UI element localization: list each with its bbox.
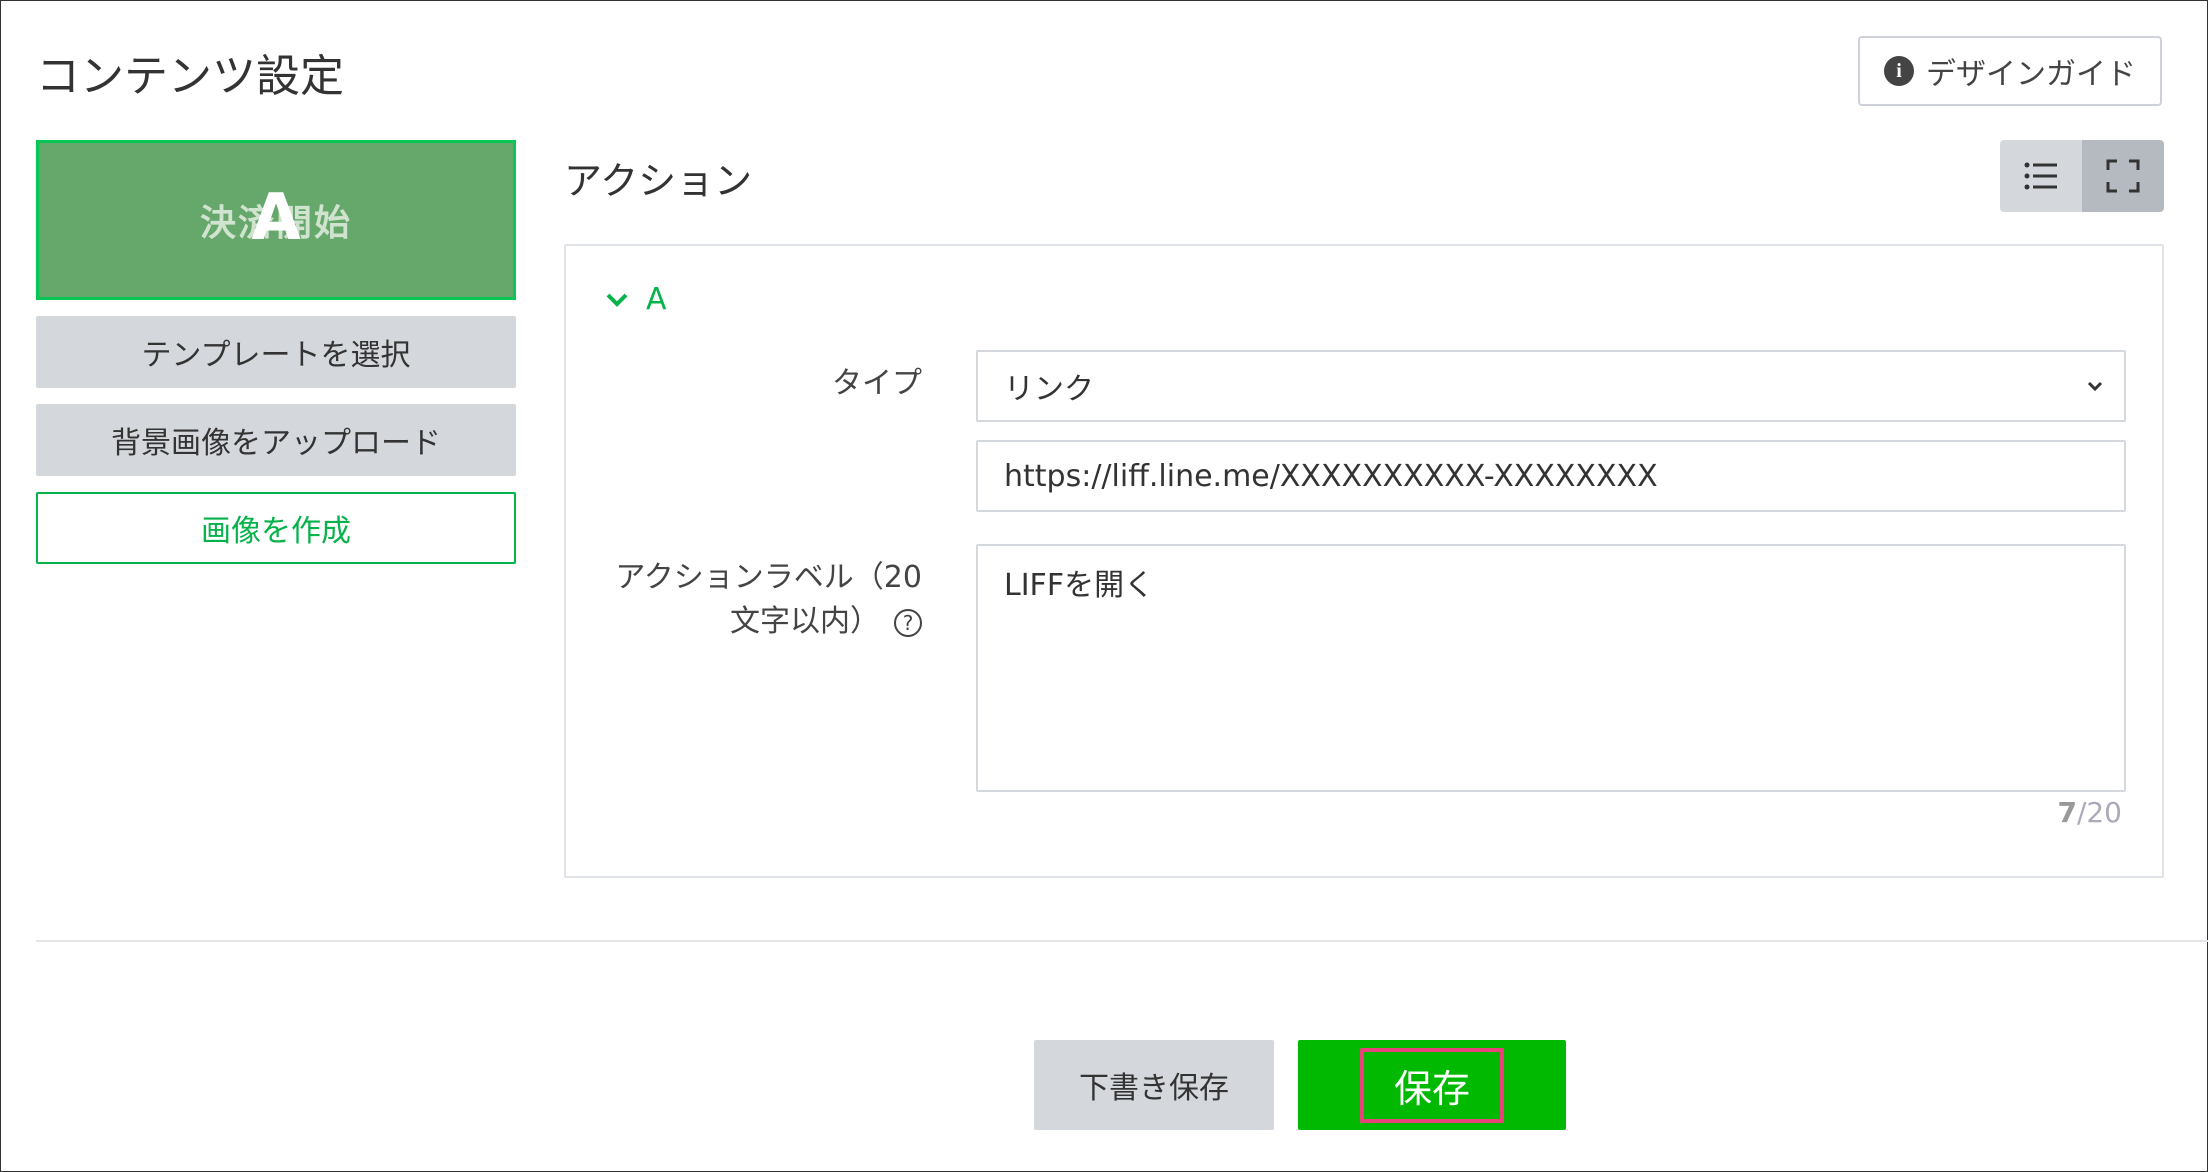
chevron-down-icon — [606, 293, 628, 307]
list-view-button[interactable] — [2000, 140, 2082, 212]
footer-divider — [36, 940, 2208, 942]
url-input[interactable]: https://liff.line.me/XXXXXXXXXX-XXXXXXXX — [976, 440, 2126, 512]
preview-area-letter: A — [251, 181, 301, 255]
action-label-title-line2: 文字以内） — [730, 604, 880, 639]
action-label-textarea[interactable]: LIFFを開く — [976, 544, 2126, 792]
select-template-button[interactable]: テンプレートを選択 — [36, 316, 516, 388]
page-title: コンテンツ設定 — [36, 51, 344, 102]
action-section-title: アクション — [564, 159, 753, 203]
richmenu-preview[interactable]: 決済開始 A — [36, 140, 516, 300]
info-icon: i — [1884, 56, 1914, 86]
list-icon — [2024, 162, 2057, 190]
action-panel: A タイプ リンク https://liff.line.me/XXXXXXXXX… — [564, 244, 2164, 878]
action-label-title-line1: アクションラベル（20 — [615, 560, 922, 595]
fullscreen-view-button[interactable] — [2082, 140, 2164, 212]
save-draft-button[interactable]: 下書き保存 — [1034, 1040, 1274, 1130]
save-button[interactable]: 保存 — [1298, 1040, 1566, 1130]
char-count: 7 — [2057, 796, 2077, 829]
action-label-title: アクションラベル（20 文字以内）? — [615, 556, 922, 644]
upload-background-button[interactable]: 背景画像をアップロード — [36, 404, 516, 476]
char-counter: 7/20 — [2057, 796, 2122, 829]
area-accordion-header[interactable]: A — [606, 282, 667, 317]
action-label-value: LIFFを開く — [1004, 568, 1155, 603]
fullscreen-icon — [2106, 159, 2140, 193]
chevron-down-icon — [2087, 381, 2103, 392]
design-guide-label: デザインガイド — [1926, 57, 2136, 92]
type-label: タイプ — [832, 366, 922, 401]
type-select[interactable]: リンク — [976, 350, 2126, 422]
view-toggle — [2000, 140, 2164, 212]
type-select-value: リンク — [1004, 372, 1094, 407]
question-icon[interactable]: ? — [894, 608, 922, 637]
char-max: /20 — [2076, 796, 2122, 829]
url-value: https://liff.line.me/XXXXXXXXXX-XXXXXXXX — [1004, 458, 1658, 494]
save-button-label: 保存 — [1359, 1047, 1504, 1123]
design-guide-button[interactable]: i デザインガイド — [1858, 36, 2162, 106]
create-image-button[interactable]: 画像を作成 — [36, 492, 516, 564]
area-label: A — [646, 282, 667, 317]
